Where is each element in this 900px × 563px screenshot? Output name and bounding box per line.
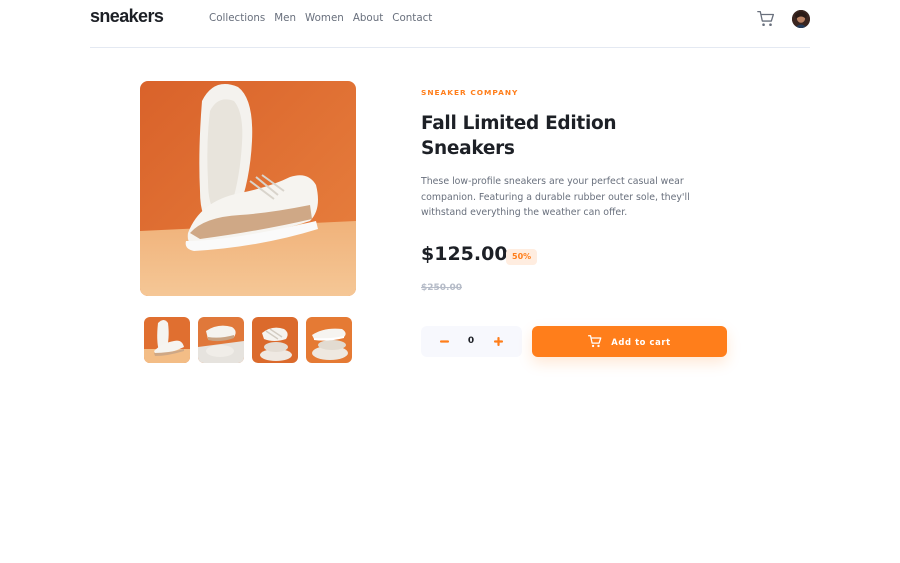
site-logo[interactable]: sneakers <box>90 6 164 27</box>
nav-link-about[interactable]: About <box>353 12 383 24</box>
product-title-line-2: Sneakers <box>421 138 515 159</box>
cart-glyph <box>757 10 775 27</box>
thumbnail-1[interactable] <box>144 317 190 363</box>
discount-badge: 50% <box>506 249 538 265</box>
current-price: $125.00 <box>421 243 508 265</box>
main-nav: Collections Men Women About Contact <box>209 12 432 24</box>
add-to-cart-label: Add to cart <box>611 336 671 347</box>
company-label: SNEAKER COMPANY <box>421 88 519 97</box>
plus-glyph <box>493 337 503 346</box>
sneaker-product-image[interactable] <box>140 81 356 296</box>
nav-link-women[interactable]: Women <box>305 12 344 24</box>
cart-icon[interactable] <box>757 10 775 28</box>
minus-glyph <box>439 340 449 343</box>
thumbnail-3[interactable] <box>252 317 298 363</box>
quantity-stepper: 0 <box>421 326 522 357</box>
nav-link-men[interactable]: Men <box>274 12 296 24</box>
thumbnail-2-image <box>198 317 244 363</box>
thumbnail-2[interactable] <box>198 317 244 363</box>
thumbnail-4-image <box>306 317 352 363</box>
main-sneaker-image <box>140 81 356 296</box>
user-avatar[interactable] <box>792 10 810 28</box>
nav-link-collections[interactable]: Collections <box>209 12 265 24</box>
avatar-image <box>792 10 810 28</box>
nav-link-contact[interactable]: Contact <box>392 12 432 24</box>
thumbnail-strip <box>144 317 352 363</box>
site-header: sneakers Collections Men Women About Con… <box>90 0 810 48</box>
thumbnail-4[interactable] <box>306 317 352 363</box>
thumbnail-3-image <box>252 317 298 363</box>
plus-icon[interactable] <box>483 326 513 357</box>
product-title-line-1: Fall Limited Edition <box>421 113 617 134</box>
cart-icon <box>588 335 602 348</box>
thumbnail-1-image <box>144 317 190 363</box>
original-price: $250.00 <box>421 283 462 293</box>
product-description: These low-profile sneakers are your perf… <box>421 176 690 218</box>
product-title: Fall Limited Edition Sneakers <box>421 111 661 161</box>
add-to-cart-button[interactable]: Add to cart <box>532 326 727 357</box>
